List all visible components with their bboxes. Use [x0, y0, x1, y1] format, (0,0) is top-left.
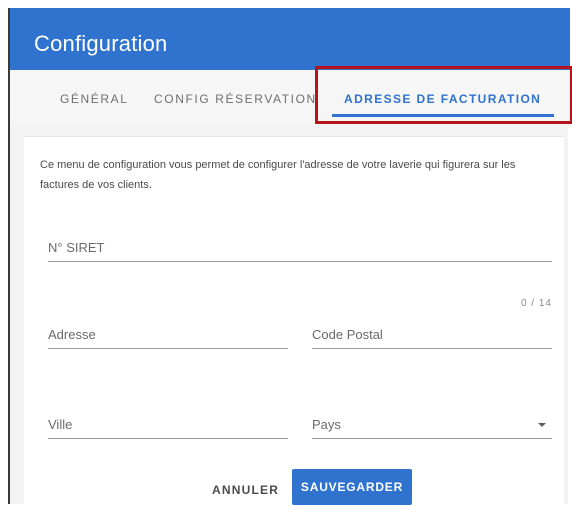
tab-highlight-box [315, 66, 572, 124]
code-postal-field[interactable]: Code Postal [312, 327, 552, 357]
pays-underline [312, 438, 552, 439]
tab-general[interactable]: GÉNÉRAL [60, 92, 129, 106]
billing-address-form: Ce menu de configuration vous permet de … [24, 136, 564, 505]
ville-field[interactable]: Ville [48, 417, 288, 447]
adresse-label: Adresse [48, 327, 96, 342]
pays-label: Pays [312, 417, 341, 432]
chevron-down-icon[interactable] [538, 423, 546, 427]
cancel-button[interactable]: ANNULER [204, 477, 287, 503]
dialog-title: Configuration [34, 31, 168, 56]
adresse-underline [48, 348, 288, 349]
siret-label: N° SIRET [48, 240, 105, 255]
dialog-header: Configuration [10, 8, 570, 70]
siret-underline [48, 261, 552, 262]
code-postal-underline [312, 348, 552, 349]
adresse-field[interactable]: Adresse [48, 327, 288, 357]
form-description: Ce menu de configuration vous permet de … [40, 159, 516, 191]
pays-select[interactable]: Pays [312, 417, 552, 447]
save-button[interactable]: SAUVEGARDER [292, 469, 412, 505]
code-postal-label: Code Postal [312, 327, 383, 342]
configuration-dialog: Configuration GÉNÉRAL CONFIG RÉSERVATION… [8, 8, 572, 505]
siret-field[interactable]: N° SIRET [48, 240, 552, 270]
ville-underline [48, 438, 288, 439]
ville-label: Ville [48, 417, 73, 432]
siret-character-counter: 0 / 14 [520, 298, 552, 309]
tab-config-reservation[interactable]: CONFIG RÉSERVATION [154, 92, 317, 106]
